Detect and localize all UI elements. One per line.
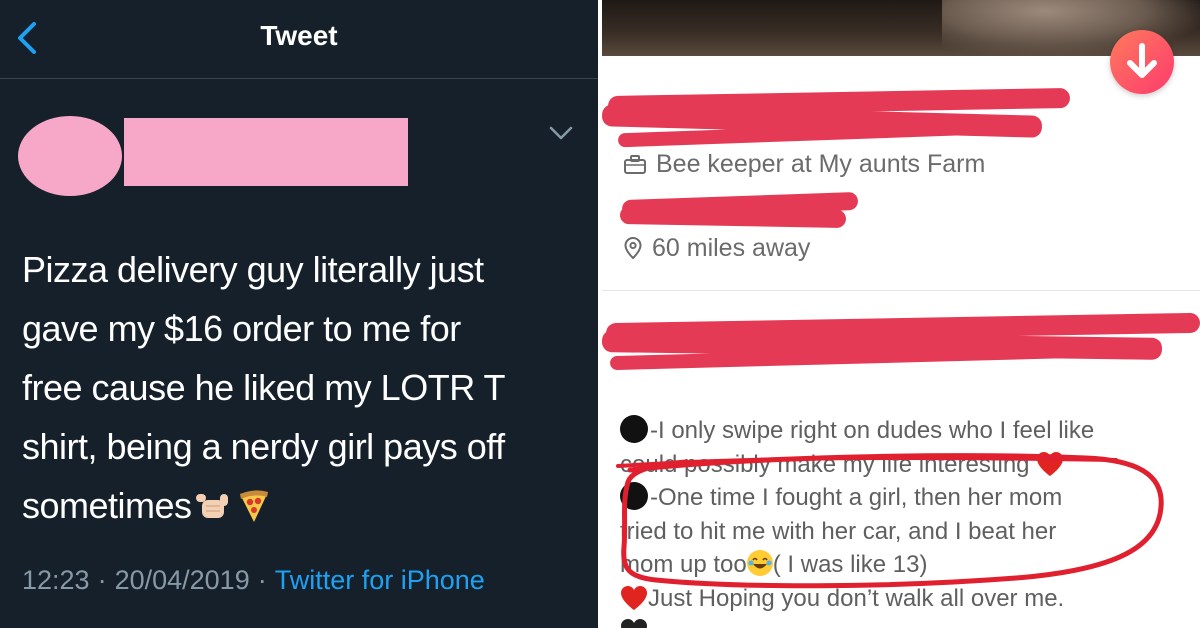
tweet-line: Pizza delivery guy literally just bbox=[22, 249, 484, 290]
tweet-line: gave my $16 order to me for bbox=[22, 308, 461, 349]
tweet-body: Pizza delivery guy literally just gave m… bbox=[22, 240, 582, 535]
location-pin-icon bbox=[624, 236, 642, 260]
dating-profile-screenshot: Bee keeper at My aunts Farm 60 miles awa… bbox=[602, 0, 1200, 628]
bio-line-text: -I only swipe right on dudes who I feel … bbox=[650, 417, 1095, 444]
briefcase-icon bbox=[624, 155, 646, 174]
school-redaction bbox=[619, 206, 847, 228]
tweet-line: shirt, being a nerdy girl pays off bbox=[22, 426, 505, 467]
tweet-source-link[interactable]: Twitter for iPhone bbox=[275, 565, 485, 595]
tweet-line: sometimes bbox=[22, 485, 192, 526]
more-options-button[interactable] bbox=[546, 118, 576, 148]
bio-line: -I only swipe right on dudes who I feel … bbox=[620, 414, 1190, 448]
tweet-date: 20/04/2019 bbox=[114, 565, 250, 595]
tweet-screenshot: Tweet Pizza delivery guy literally just … bbox=[0, 0, 598, 628]
red-strike-line bbox=[616, 456, 1118, 468]
job-row: Bee keeper at My aunts Farm bbox=[624, 150, 985, 179]
tweet-line: free cause he liked my LOTR T bbox=[22, 367, 506, 408]
bio-line-cut bbox=[620, 615, 1190, 628]
distance-row: 60 miles away bbox=[624, 234, 810, 263]
arrow-down-icon bbox=[1127, 43, 1157, 78]
distance-text: 60 miles away bbox=[652, 234, 811, 262]
black-heart-emoji bbox=[621, 619, 647, 628]
tweet-line-last: sometimes bbox=[22, 476, 582, 535]
avatar-redacted[interactable] bbox=[18, 116, 122, 196]
tweet-header: Tweet bbox=[0, 0, 598, 79]
meta-separator: · bbox=[257, 565, 267, 595]
meta-separator: · bbox=[97, 565, 107, 595]
tweet-time: 12:23 bbox=[22, 565, 90, 595]
section-divider bbox=[602, 290, 1200, 291]
black-circle-emoji bbox=[620, 415, 648, 443]
header-title: Tweet bbox=[260, 20, 338, 51]
red-annotation-circle bbox=[621, 453, 1164, 589]
username-redacted[interactable] bbox=[124, 118, 408, 186]
call-me-hand-emoji bbox=[195, 494, 228, 518]
pizza-emoji bbox=[239, 490, 268, 522]
job-text: Bee keeper at My aunts Farm bbox=[656, 150, 986, 178]
collapse-profile-button[interactable] bbox=[1110, 30, 1174, 94]
tweet-metadata: 12:23 · 20/04/2019 · Twitter for iPhone bbox=[22, 565, 485, 596]
caret-down-icon bbox=[549, 126, 573, 140]
